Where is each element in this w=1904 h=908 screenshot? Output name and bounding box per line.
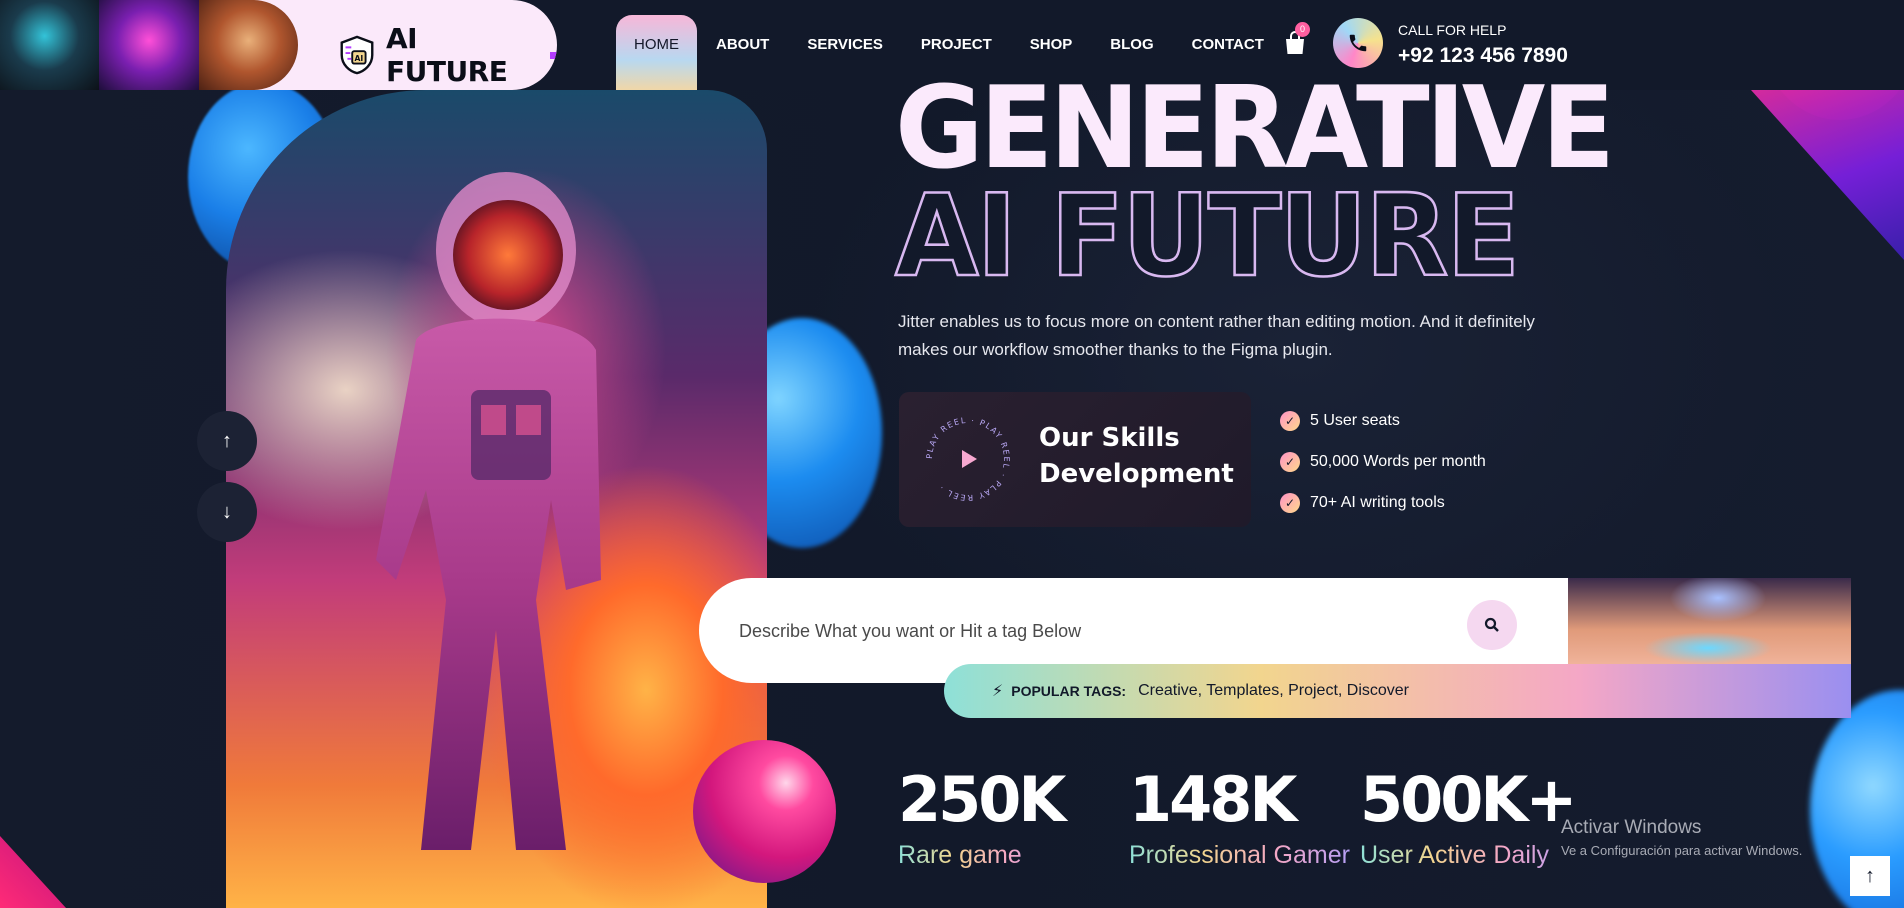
help-label: CALL FOR HELP	[1398, 22, 1507, 38]
reel-title-line1: Our Skills	[1039, 423, 1180, 453]
play-reel-ring[interactable]: PLAY REEL · PLAY REEL · PLAY REEL ·	[921, 412, 1015, 506]
stat-label: User Active Daily	[1360, 838, 1574, 872]
search-side-image	[1568, 578, 1851, 664]
feature-label: 50,000 Words per month	[1310, 452, 1486, 470]
reel-title-line2: Development	[1039, 459, 1234, 489]
nav-item-services[interactable]: SERVICES	[788, 15, 902, 90]
stat-value: 148K	[1129, 763, 1297, 836]
check-icon: ✓	[1280, 492, 1300, 513]
shield-chip-icon: AI	[340, 35, 374, 75]
feature-item: ✓ 70+ AI writing tools	[1280, 482, 1486, 523]
feature-label: 5 User seats	[1310, 411, 1400, 429]
arrow-down-icon: ↓	[222, 500, 232, 523]
check-icon: ✓	[1280, 451, 1300, 472]
thumbnail-woman-portrait	[198, 0, 298, 90]
popular-tags-label-text: POPULAR TAGS:	[1011, 683, 1127, 699]
scroll-to-top-button[interactable]: ↑	[1850, 856, 1890, 896]
windows-watermark-subtitle: Ve a Configuración para activar Windows.	[1561, 843, 1803, 858]
stat-rare-game: 250K Rare game	[898, 762, 1066, 872]
stat-professional-gamer: 148K Professional Gamer	[1129, 762, 1350, 872]
brand-pill: AI AI FUTURE	[0, 0, 557, 90]
search-icon	[1484, 617, 1499, 632]
site-logo[interactable]: AI AI FUTURE	[336, 22, 557, 88]
check-icon: ✓	[1280, 410, 1300, 431]
hero-astronaut-image	[226, 90, 767, 908]
thumbnail-vr-headset	[99, 0, 199, 90]
popular-tags-list[interactable]: Creative, Templates, Project, Discover	[1138, 682, 1409, 700]
nav-item-home[interactable]: HOME	[616, 15, 697, 90]
hero-title-line2: AI FUTURE	[894, 170, 1522, 303]
popular-tags-label: ⚡ POPULAR TAGS:	[992, 681, 1126, 701]
feature-list: ✓ 5 User seats ✓ 50,000 Words per month …	[1280, 400, 1486, 523]
slide-down-button[interactable]: ↓	[197, 482, 257, 542]
play-icon	[962, 450, 977, 468]
slide-up-button[interactable]: ↑	[197, 411, 257, 471]
search-button[interactable]	[1467, 600, 1517, 650]
svg-text:AI: AI	[355, 54, 364, 63]
cart-count-badge: 0	[1295, 22, 1310, 37]
arrow-up-icon: ↑	[222, 429, 232, 452]
header-thumbnails	[0, 0, 298, 90]
decor-sphere-pink	[693, 740, 836, 883]
reel-title: Our Skills Development	[1039, 420, 1234, 492]
phone-icon	[1349, 34, 1367, 52]
stat-value: 250K	[898, 763, 1066, 836]
hero-title-line1: GENERATIVE	[895, 62, 1615, 195]
stat-value: 500K+	[1360, 763, 1577, 836]
astronaut-figure	[376, 172, 601, 850]
popular-tags-bar: ⚡ POPULAR TAGS: Creative, Templates, Pro…	[944, 664, 1851, 718]
stat-label: Rare game	[898, 838, 1063, 872]
lightning-icon: ⚡	[992, 683, 1004, 700]
arrow-up-icon: ↑	[1865, 864, 1875, 887]
stat-user-active-daily: 500K+ User Active Daily	[1360, 762, 1577, 872]
feature-item: ✓ 5 User seats	[1280, 400, 1486, 441]
call-button[interactable]	[1333, 18, 1383, 68]
stat-label: Professional Gamer	[1129, 838, 1350, 872]
feature-label: 70+ AI writing tools	[1310, 493, 1445, 511]
search-input[interactable]	[739, 614, 1439, 648]
thumbnail-cyber-face	[0, 0, 100, 90]
windows-activation-watermark: Activar Windows Ve a Configuración para …	[1561, 817, 1802, 858]
feature-item: ✓ 50,000 Words per month	[1280, 441, 1486, 482]
play-reel-card[interactable]: PLAY REEL · PLAY REEL · PLAY REEL · Our …	[899, 392, 1251, 527]
hero-description: Jitter enables us to focus more on conte…	[898, 312, 1535, 359]
windows-watermark-title: Activar Windows	[1561, 817, 1702, 838]
brand-name: AI FUTURE	[385, 22, 508, 88]
brand-dot	[550, 51, 557, 59]
nav-item-about[interactable]: ABOUT	[697, 15, 788, 90]
